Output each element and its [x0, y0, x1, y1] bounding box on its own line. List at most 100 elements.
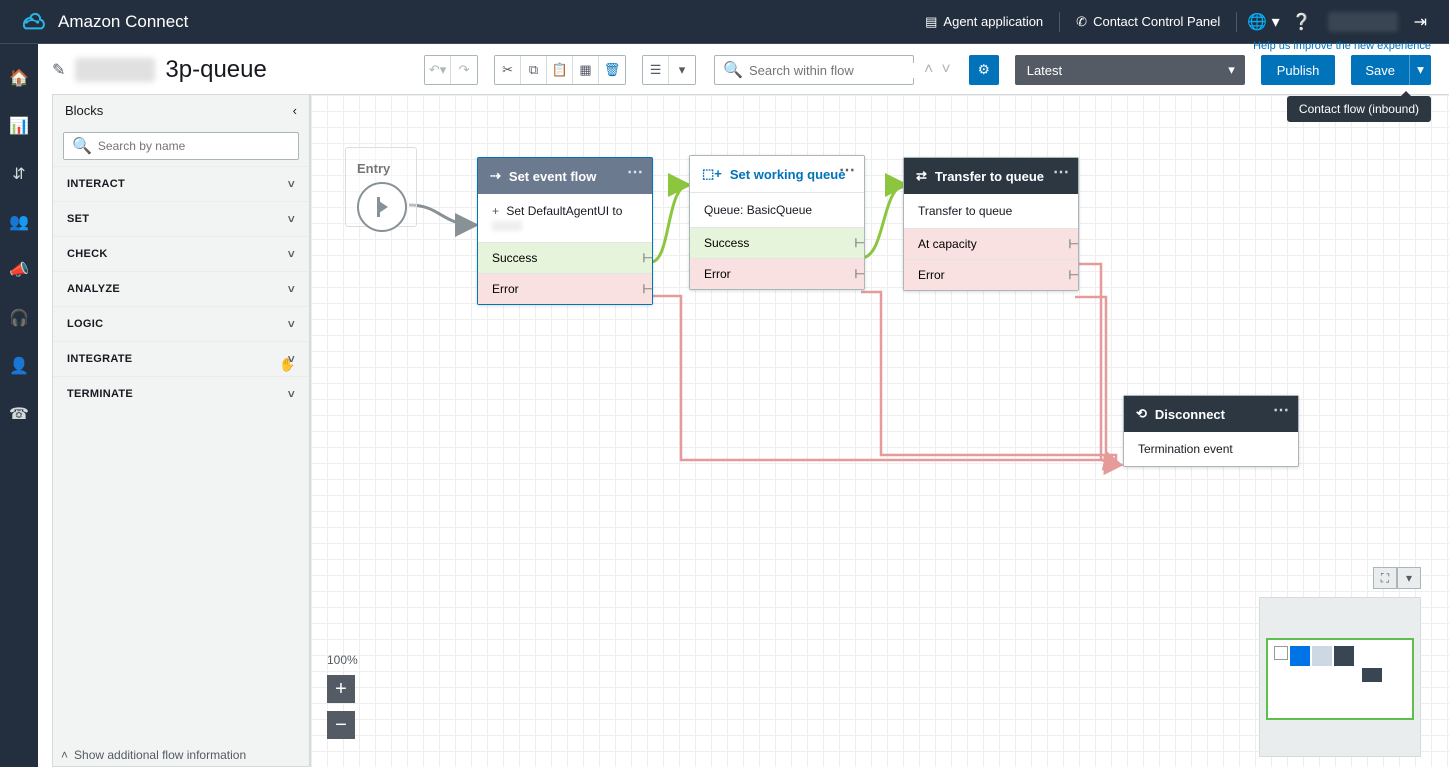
- minimap-caret-button[interactable]: ▾: [1397, 567, 1421, 589]
- select-all-button[interactable]: ▦: [573, 56, 599, 84]
- search-within-flow[interactable]: 🔍: [714, 55, 914, 85]
- node-menu-icon[interactable]: ⋯: [839, 160, 856, 180]
- home-icon[interactable]: 🏠: [9, 68, 29, 88]
- save-button[interactable]: Save: [1351, 55, 1409, 85]
- phone-icon[interactable]: ☎: [9, 404, 29, 424]
- search-prev-icon[interactable]: ˄: [924, 61, 933, 79]
- outlet-at-capacity[interactable]: At capacity⊢: [904, 228, 1078, 259]
- publish-button[interactable]: Publish: [1261, 55, 1336, 85]
- category-logic[interactable]: LOGIC˅: [53, 306, 309, 341]
- outlet-error[interactable]: Error⊢: [478, 273, 652, 304]
- category-interact[interactable]: INTERACT˅: [53, 166, 309, 201]
- metrics-icon[interactable]: 📊: [9, 116, 29, 136]
- node-title: Set working queue: [730, 167, 846, 182]
- disconnect-icon: ⟲: [1136, 406, 1147, 422]
- category-set[interactable]: SET˅: [53, 201, 309, 236]
- chevron-down-icon: ˅: [288, 282, 295, 296]
- globe-language-icon[interactable]: 🌐 ▾: [1241, 12, 1285, 32]
- arrange-caret[interactable]: ▾: [669, 56, 695, 84]
- flow-title: 3p-queue: [165, 56, 266, 84]
- product-name: Amazon Connect: [58, 12, 188, 32]
- agent-application-link[interactable]: ▤ Agent application: [913, 14, 1055, 30]
- chevron-up-icon: ˄: [61, 748, 68, 762]
- users-icon[interactable]: 👥: [9, 212, 29, 232]
- top-header: Amazon Connect ▤ Agent application ✆ Con…: [0, 0, 1449, 44]
- node-set-event-flow[interactable]: ⇢ Set event flow ⋯ + Set DefaultAgentUI …: [477, 157, 653, 305]
- cut-button[interactable]: ✂: [495, 56, 521, 84]
- blocks-search-input[interactable]: [98, 139, 290, 153]
- entry-start-icon: [357, 182, 407, 232]
- search-input[interactable]: [749, 63, 925, 78]
- agent-app-label: Agent application: [943, 14, 1043, 29]
- left-nav-rail: 🏠 📊 ⇵ 👥 📣 🎧 👤 ☎: [0, 44, 38, 767]
- node-body: Queue: BasicQueue: [690, 193, 864, 227]
- copy-button[interactable]: ⧉: [521, 56, 547, 84]
- show-additional-info[interactable]: ˄ Show additional flow information: [61, 748, 246, 762]
- outlet-success[interactable]: Success⊢: [690, 227, 864, 258]
- node-menu-icon[interactable]: ⋯: [1273, 400, 1290, 420]
- category-terminate[interactable]: TERMINATE˅: [53, 376, 309, 411]
- node-title: Set event flow: [509, 169, 596, 184]
- entry-node[interactable]: Entry: [357, 161, 407, 232]
- routing-icon[interactable]: ⇵: [12, 164, 25, 184]
- save-caret-button[interactable]: ▾: [1409, 55, 1431, 85]
- blocks-search[interactable]: 🔍: [63, 132, 299, 160]
- minimap[interactable]: [1259, 597, 1421, 757]
- arrange-button[interactable]: ☰: [643, 56, 669, 84]
- search-icon: 🔍: [723, 60, 743, 80]
- node-disconnect[interactable]: ⟲ Disconnect ⋯ Termination event: [1123, 395, 1299, 467]
- blocks-header: Blocks ‹: [53, 95, 309, 126]
- zoom-controls: 100% + −: [327, 653, 358, 747]
- clipboard-group: ✂ ⧉ 📋 ▦ 🗑: [494, 55, 626, 85]
- contact-control-panel-link[interactable]: ✆ Contact Control Panel: [1064, 14, 1232, 30]
- flow-canvas[interactable]: Entry ⇢ Set event flow ⋯ + Set DefaultAg…: [310, 94, 1449, 767]
- search-next-icon[interactable]: ˅: [941, 61, 950, 79]
- help-icon[interactable]: ❔: [1286, 12, 1318, 32]
- node-title: Disconnect: [1155, 407, 1225, 422]
- node-transfer-to-queue[interactable]: ⇄ Transfer to queue ⋯ Transfer to queue …: [903, 157, 1079, 291]
- minimap-viewport: [1266, 638, 1414, 720]
- headset-icon[interactable]: 🎧: [9, 308, 29, 328]
- blocks-panel: Blocks ‹ 🔍 INTERACT˅ SET˅ CHECK˅ ANALYZE…: [52, 94, 310, 767]
- outlet-success[interactable]: Success⊢: [478, 242, 652, 273]
- plus-icon: +: [492, 204, 499, 218]
- search-nav: ˄ ˅: [924, 61, 951, 79]
- zoom-level: 100%: [327, 653, 358, 667]
- fit-view-button[interactable]: ⛶: [1373, 567, 1397, 589]
- product-logo[interactable]: Amazon Connect: [16, 10, 188, 34]
- phone-icon: ✆: [1076, 14, 1087, 30]
- redo-button[interactable]: ↷: [451, 56, 477, 84]
- chevron-down-icon: ˅: [288, 212, 295, 226]
- gear-icon: ⚙: [978, 62, 990, 78]
- node-menu-icon[interactable]: ⋯: [627, 162, 644, 182]
- delete-button[interactable]: 🗑: [599, 56, 625, 84]
- chevron-down-icon: ˅: [288, 387, 295, 401]
- settings-button[interactable]: ⚙: [969, 55, 999, 85]
- logout-icon[interactable]: ⇥: [1408, 12, 1433, 32]
- edit-title-icon[interactable]: ✎: [52, 60, 65, 80]
- search-icon: 🔍: [72, 136, 92, 156]
- version-dropdown[interactable]: Latest: [1015, 55, 1245, 85]
- divider: [1059, 12, 1060, 32]
- title-prefix-redacted: [75, 58, 155, 82]
- outlet-error[interactable]: Error⊢: [690, 258, 864, 289]
- undo-button[interactable]: ↶▾: [425, 56, 451, 84]
- user-menu[interactable]: [1328, 12, 1398, 32]
- minimap-controls: ⛶ ▾: [1373, 567, 1421, 589]
- node-menu-icon[interactable]: ⋯: [1053, 162, 1070, 182]
- move-cursor-icon: ✋: [279, 357, 295, 373]
- category-analyze[interactable]: ANALYZE˅: [53, 271, 309, 306]
- queue-icon: ⬚+: [702, 166, 722, 182]
- zoom-out-button[interactable]: −: [327, 711, 355, 739]
- collapse-panel-icon[interactable]: ‹: [293, 103, 297, 118]
- paste-button[interactable]: 📋: [547, 56, 573, 84]
- node-set-working-queue[interactable]: ⬚+ Set working queue ⋯ Queue: BasicQueue…: [689, 155, 865, 290]
- zoom-in-button[interactable]: +: [327, 675, 355, 703]
- category-check[interactable]: CHECK˅: [53, 236, 309, 271]
- category-integrate[interactable]: INTEGRATE˅: [53, 341, 309, 376]
- announce-icon[interactable]: 📣: [9, 260, 29, 280]
- chevron-down-icon: ˅: [288, 177, 295, 191]
- outlet-error[interactable]: Error⊢: [904, 259, 1078, 290]
- profile-icon[interactable]: 👤: [9, 356, 29, 376]
- node-body: + Set DefaultAgentUI to: [478, 194, 652, 242]
